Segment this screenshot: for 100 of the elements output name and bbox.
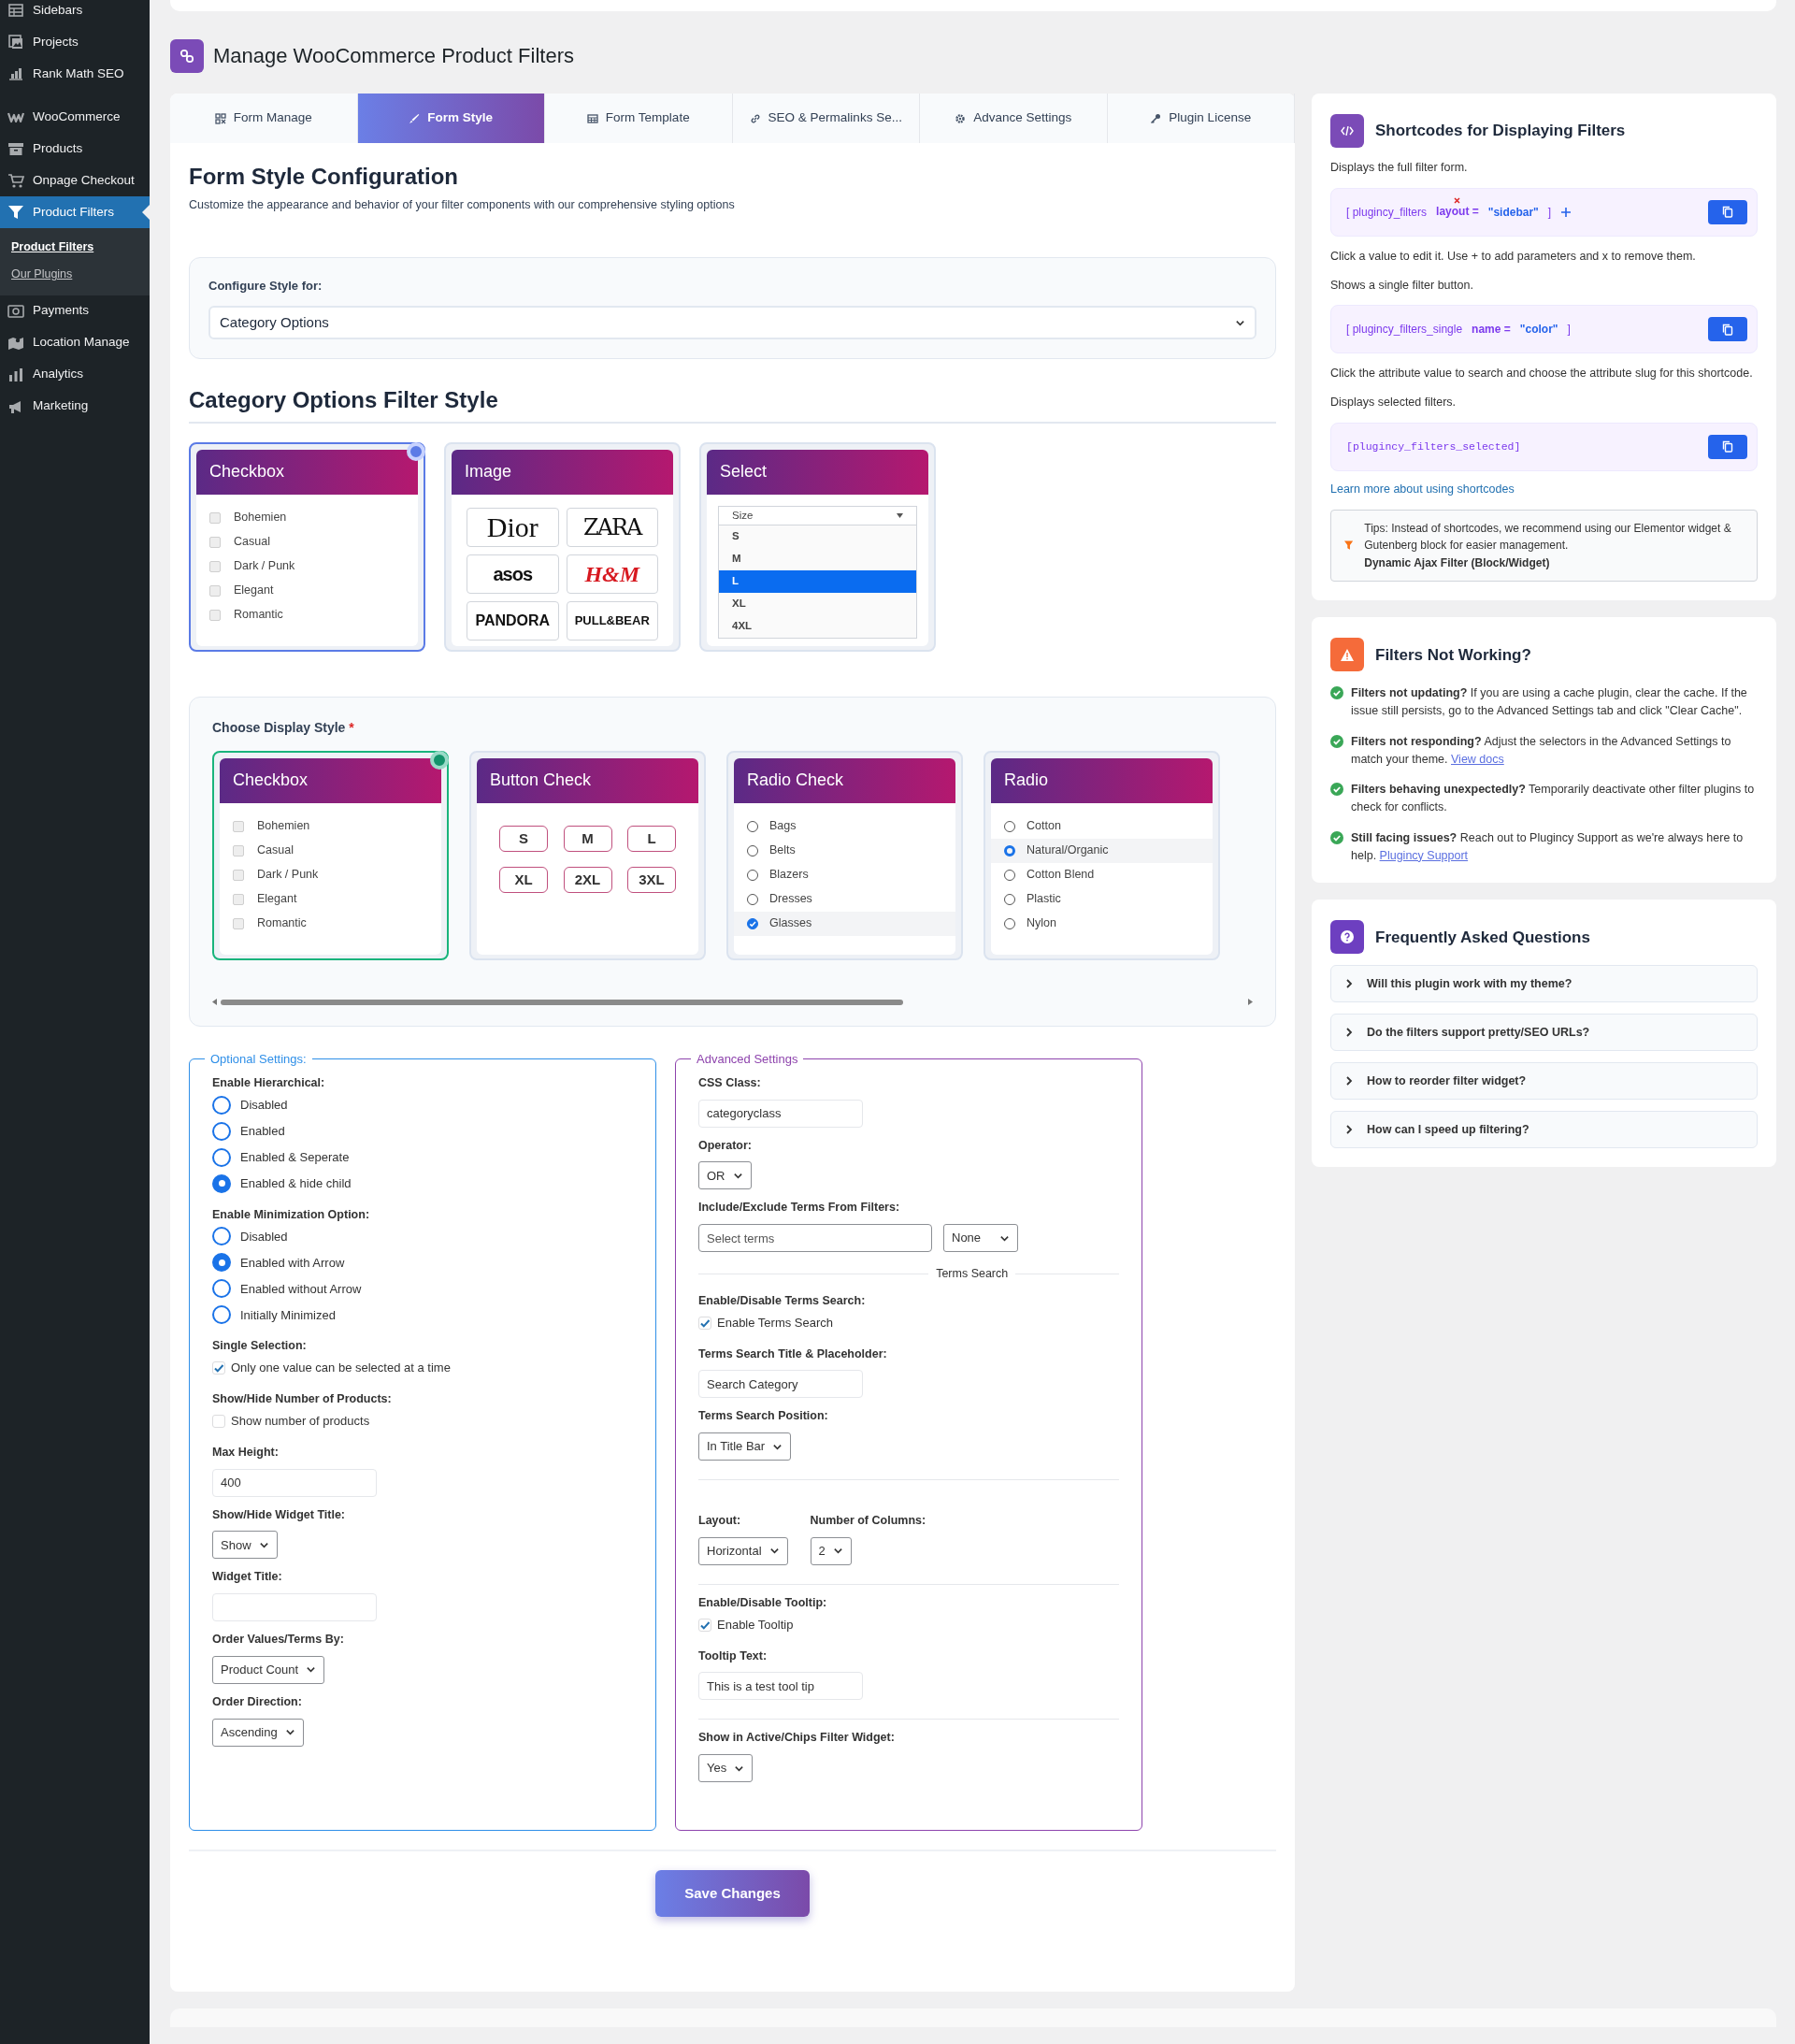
copy-button[interactable]	[1708, 434, 1747, 459]
field-label: Terms Search Title & Placeholder:	[698, 1346, 888, 1362]
scrollbar[interactable]	[212, 997, 1253, 1007]
field-label: Number of Columns:	[810, 1513, 926, 1530]
dropdown-option[interactable]: L	[719, 569, 916, 593]
sidebar-item[interactable]: Location Manage	[0, 326, 150, 359]
copy-icon	[1722, 440, 1733, 453]
link[interactable]: Plugincy Support	[1379, 848, 1469, 862]
tab[interactable]: Form Manage	[170, 94, 358, 143]
sidebar-item[interactable]: Product Filters	[0, 196, 150, 228]
shortcode-attribute[interactable]: layout =	[1436, 206, 1479, 218]
input-field[interactable]: 400	[212, 1468, 377, 1497]
selected-indicator-icon	[407, 441, 425, 461]
shortcode-value[interactable]: "sidebar"	[1487, 203, 1539, 221]
save-button[interactable]: Save Changes	[655, 1869, 810, 1917]
checkbox[interactable]	[212, 1361, 225, 1375]
sidebar-item[interactable]: Onpage Checkout	[0, 165, 150, 196]
radio-button[interactable]	[212, 1253, 231, 1273]
copy-icon	[1722, 323, 1733, 336]
copy-button[interactable]	[1708, 317, 1747, 342]
sidebar-item[interactable]: Rank Math SEO	[0, 58, 150, 90]
brand-logo: PANDORA	[467, 600, 559, 641]
copy-button[interactable]	[1708, 199, 1747, 224]
tab[interactable]: Form Template	[545, 94, 733, 143]
radio-button[interactable]	[212, 1095, 231, 1115]
check-circle-icon	[1330, 830, 1343, 844]
dropdown[interactable]: Yes	[698, 1754, 754, 1783]
input-field[interactable]: Select terms	[698, 1224, 932, 1253]
dropdown[interactable]: 2	[810, 1536, 852, 1565]
submenu-item[interactable]: Product Filters	[0, 234, 150, 261]
description-text: Displays selected filters.	[1330, 395, 1458, 410]
input-field[interactable]: categoryclass	[698, 1099, 863, 1128]
input-field[interactable]: Search Category	[698, 1370, 863, 1399]
field-label: Show in Active/Chips Filter Widget:	[698, 1730, 896, 1747]
radio-button[interactable]	[212, 1305, 231, 1325]
check-icon	[213, 1362, 224, 1375]
style-option-card[interactable]: Checkbox Bohemien Casual Dark / Punk Elegant Romantic	[189, 441, 425, 652]
radio-button[interactable]	[212, 1173, 231, 1193]
faq-question[interactable]: How can I speed up filtering?	[1330, 1111, 1758, 1149]
select-field: Size	[719, 506, 916, 525]
size-chip: 2XL	[563, 866, 612, 893]
dropdown[interactable]: OR	[698, 1161, 752, 1190]
option-label: Blazers	[769, 867, 809, 884]
field-label: Enable Minimization Option:	[212, 1206, 371, 1223]
dropdown-option[interactable]: M	[719, 547, 916, 570]
radio-button[interactable]	[212, 1147, 231, 1167]
checkbox[interactable]	[212, 1414, 225, 1428]
style-option-card[interactable]: Radio Check Bags Belts Blazers Dresses Glasses	[726, 750, 963, 960]
dropdown[interactable]: Product Count	[212, 1655, 325, 1684]
style-option-card[interactable]: Radio Cotton Natural/Organic Cotton Blend Plastic Nylon	[984, 750, 1220, 960]
radio-button[interactable]	[212, 1121, 231, 1141]
card-title: Filters Not Working?	[1375, 644, 1531, 666]
sidebar-item[interactable]: Analytics	[0, 358, 150, 391]
link[interactable]: View docs	[1451, 752, 1504, 766]
tab[interactable]: Plugin License	[1107, 94, 1295, 143]
option-label: Initially Minimized	[240, 1306, 336, 1324]
faq-question[interactable]: Do the filters support pretty/SEO URLs?	[1330, 1014, 1758, 1052]
tab[interactable]: Advance Settings	[920, 94, 1108, 143]
sidebar-item[interactable]: WooCommerce	[0, 101, 150, 133]
style-option-card[interactable]: Checkbox Bohemien Casual Dark / Punk Elegant Romantic	[212, 750, 449, 960]
sidebar-item[interactable]: Sidebars	[0, 0, 150, 26]
dropdown[interactable]: In Title Bar	[698, 1432, 792, 1461]
submenu-item[interactable]: Our Plugins	[0, 260, 150, 288]
section-title: Form Style Configuration	[189, 164, 459, 191]
dropdown-option[interactable]: XL	[719, 592, 916, 615]
style-option-card[interactable]: Button Check S M L XL 2XL 3XL	[469, 750, 706, 960]
faq-question[interactable]: How to reorder filter widget?	[1330, 1062, 1758, 1101]
option-label: Dark / Punk	[234, 558, 295, 575]
dropdown[interactable]: None	[943, 1224, 1018, 1253]
sidebar-item[interactable]: Projects	[0, 26, 150, 58]
docs-link[interactable]: Learn more about using shortcodes	[1330, 480, 1515, 498]
card-header: Image	[452, 449, 673, 495]
dropdown-option[interactable]: S	[719, 525, 916, 548]
image-icon	[7, 34, 24, 50]
field-label: Show/Hide Number of Products:	[212, 1391, 393, 1408]
style-option-card[interactable]: Image Dior ZARA asos H&M PANDORA PULL&BEAR	[444, 441, 681, 652]
dropdown[interactable]: Show	[212, 1531, 278, 1560]
radio-button[interactable]	[212, 1227, 231, 1246]
faq-question[interactable]: Will this plugin work with my theme?	[1330, 965, 1758, 1003]
dropdown[interactable]: Ascending	[212, 1718, 304, 1747]
dropdown[interactable]: Horizontal	[698, 1536, 788, 1565]
checkbox[interactable]	[698, 1316, 711, 1330]
plus-icon	[1560, 206, 1572, 218]
checkbox[interactable]	[698, 1618, 711, 1632]
tip-text: Tips: Instead of shortcodes, we recommend using our Elementor widget & Gutenberg block for easier management. Dynamic Ajax Filter (Block/Widget)	[1364, 520, 1732, 571]
help-text: Click the attribute value to search and choose the attribute slug for this shortcode.	[1330, 366, 1754, 382]
shortcode-attribute[interactable]: name =	[1472, 323, 1511, 336]
style-option-card[interactable]: Select Size S M L XL 4XL	[699, 441, 936, 652]
tab[interactable]: Form Style	[357, 94, 545, 143]
radio-button[interactable]	[212, 1279, 231, 1299]
sidebar-item[interactable]: Marketing	[0, 390, 150, 423]
tab[interactable]: SEO & Permalinks Se...	[732, 94, 920, 143]
dropdown-option[interactable]: 4XL	[719, 614, 916, 638]
table-icon	[586, 112, 598, 124]
input-field[interactable]: This is a test tool tip	[698, 1672, 863, 1701]
field-label: Operator:	[698, 1137, 753, 1154]
sidebar-item[interactable]: Products	[0, 133, 150, 165]
shortcode-value[interactable]: "color"	[1519, 321, 1558, 338]
sidebar-item[interactable]: Payments	[0, 295, 150, 327]
select-field[interactable]: Category Options	[208, 306, 1256, 340]
